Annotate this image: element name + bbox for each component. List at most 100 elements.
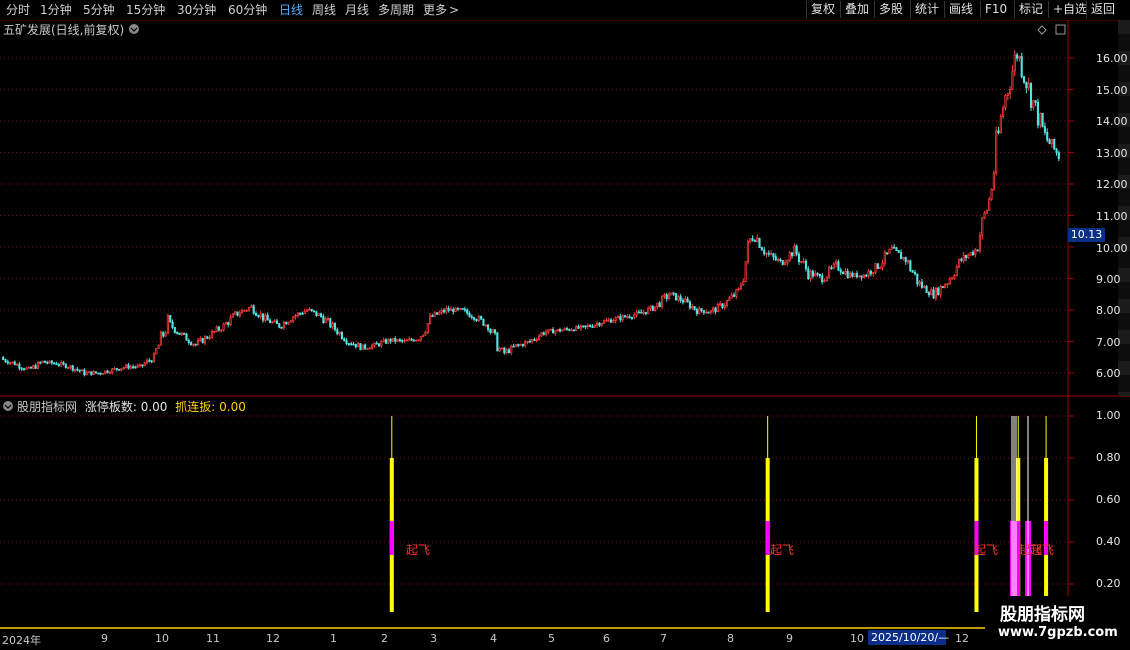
tab-monthly[interactable]: 月线 xyxy=(345,2,369,18)
candle-body xyxy=(74,368,77,371)
candle-body xyxy=(688,301,691,309)
candle-body xyxy=(800,260,803,263)
candle-body xyxy=(732,294,736,297)
mark-button[interactable]: 标记 xyxy=(1014,1,1047,18)
candle-body xyxy=(596,322,599,326)
candle-body xyxy=(939,286,942,295)
tab-more[interactable]: 更多 xyxy=(423,2,447,18)
candle-body xyxy=(665,294,668,299)
tab-weekly[interactable]: 周线 xyxy=(312,2,336,18)
indicator-name[interactable]: 股朋指标网 xyxy=(17,400,77,414)
tab-15min[interactable]: 15分钟 xyxy=(126,2,165,18)
candle-body xyxy=(178,332,181,335)
add-watchlist-button[interactable]: +自选 xyxy=(1048,1,1091,18)
candle-body xyxy=(514,344,517,347)
tab-5min[interactable]: 5分钟 xyxy=(83,2,115,18)
candle-body xyxy=(874,263,877,273)
candle-body xyxy=(1029,82,1033,108)
candle-body xyxy=(906,260,910,263)
candle-body xyxy=(786,259,789,264)
candle-body xyxy=(106,370,109,373)
candle-body xyxy=(883,252,886,264)
candle-body xyxy=(248,307,251,311)
candle-body xyxy=(591,326,594,328)
candle-body xyxy=(844,270,847,275)
candle-body xyxy=(828,267,831,278)
tab-30min[interactable]: 30分钟 xyxy=(177,2,216,18)
candle-body xyxy=(336,329,339,335)
x-tick: 2024年 xyxy=(2,634,41,647)
candle-body xyxy=(264,314,267,321)
indicator-signal-series xyxy=(389,416,1049,612)
candle-body xyxy=(714,307,717,313)
candle-body xyxy=(87,371,91,374)
candle-body xyxy=(837,261,840,271)
candle-body xyxy=(521,343,524,347)
y-tick: 13.00 xyxy=(1096,147,1128,160)
candle-body xyxy=(145,359,149,364)
series2-value: 0.00 xyxy=(219,400,246,414)
candle-body xyxy=(549,328,552,331)
overlay-button[interactable]: 叠加 xyxy=(840,1,873,18)
candle-body xyxy=(227,322,230,326)
candle-body xyxy=(670,292,673,296)
candle-body xyxy=(821,275,824,283)
candle-body xyxy=(29,366,33,369)
candle-body xyxy=(642,311,645,314)
kline-chart[interactable] xyxy=(0,20,1130,650)
candle-body xyxy=(923,286,926,288)
signal-label: 起飞 xyxy=(1030,543,1055,557)
x-tick: 5 xyxy=(548,632,555,645)
candle-body xyxy=(199,337,202,341)
candle-body xyxy=(459,308,462,310)
candle-body xyxy=(234,311,237,315)
candle-body xyxy=(461,308,464,310)
tab-daily[interactable]: 日线 xyxy=(279,2,303,18)
stock-title[interactable]: 五矿发展(日线,前复权) xyxy=(3,21,124,38)
chevron-right-icon[interactable]: > xyxy=(449,2,459,18)
y-tick: 0.80 xyxy=(1096,451,1121,464)
back-button[interactable]: 返回 xyxy=(1086,1,1119,18)
candle-body xyxy=(526,340,529,343)
multi-stock-button[interactable]: 多股 xyxy=(874,1,907,18)
tab-fenshi[interactable]: 分时 xyxy=(6,2,30,18)
tab-1min[interactable]: 1分钟 xyxy=(40,2,72,18)
candle-body xyxy=(742,281,745,286)
fuquan-button[interactable]: 复权 xyxy=(806,1,839,18)
candle-body xyxy=(893,246,896,249)
candle-body xyxy=(886,252,889,255)
candle-body xyxy=(357,343,360,348)
candle-body xyxy=(876,263,879,269)
candle-body xyxy=(661,295,664,308)
candle-body xyxy=(331,322,334,328)
candle-body xyxy=(43,360,46,363)
y-tick: 12.00 xyxy=(1096,178,1128,191)
candle-body xyxy=(11,361,14,364)
f10-button[interactable]: F10 xyxy=(980,1,1011,18)
candle-body xyxy=(1055,148,1058,154)
candle-body xyxy=(25,367,28,370)
candle-body xyxy=(408,338,411,341)
tab-60min[interactable]: 60分钟 xyxy=(228,2,267,18)
candle-body xyxy=(842,271,845,275)
candle-body xyxy=(368,347,371,350)
candle-body xyxy=(649,305,652,309)
candle-body xyxy=(122,367,125,369)
candle-body xyxy=(391,338,395,342)
candle-body xyxy=(584,325,587,328)
candle-body xyxy=(707,311,710,314)
signal-label: 起飞 xyxy=(974,543,999,557)
candle-body xyxy=(1034,100,1037,103)
y-tick: 0.40 xyxy=(1096,535,1121,548)
tab-multi-period[interactable]: 多周期 xyxy=(378,2,414,18)
statistics-button[interactable]: 统计 xyxy=(910,1,943,18)
signal-magenta xyxy=(389,521,394,555)
chart-grid xyxy=(0,57,1074,585)
candle-body xyxy=(746,241,749,263)
candle-body xyxy=(250,305,253,308)
draw-line-button[interactable]: 画线 xyxy=(944,1,977,18)
candle-body xyxy=(352,343,355,346)
candle-body xyxy=(387,338,390,344)
candle-body xyxy=(1043,126,1046,133)
candle-body xyxy=(32,365,35,369)
